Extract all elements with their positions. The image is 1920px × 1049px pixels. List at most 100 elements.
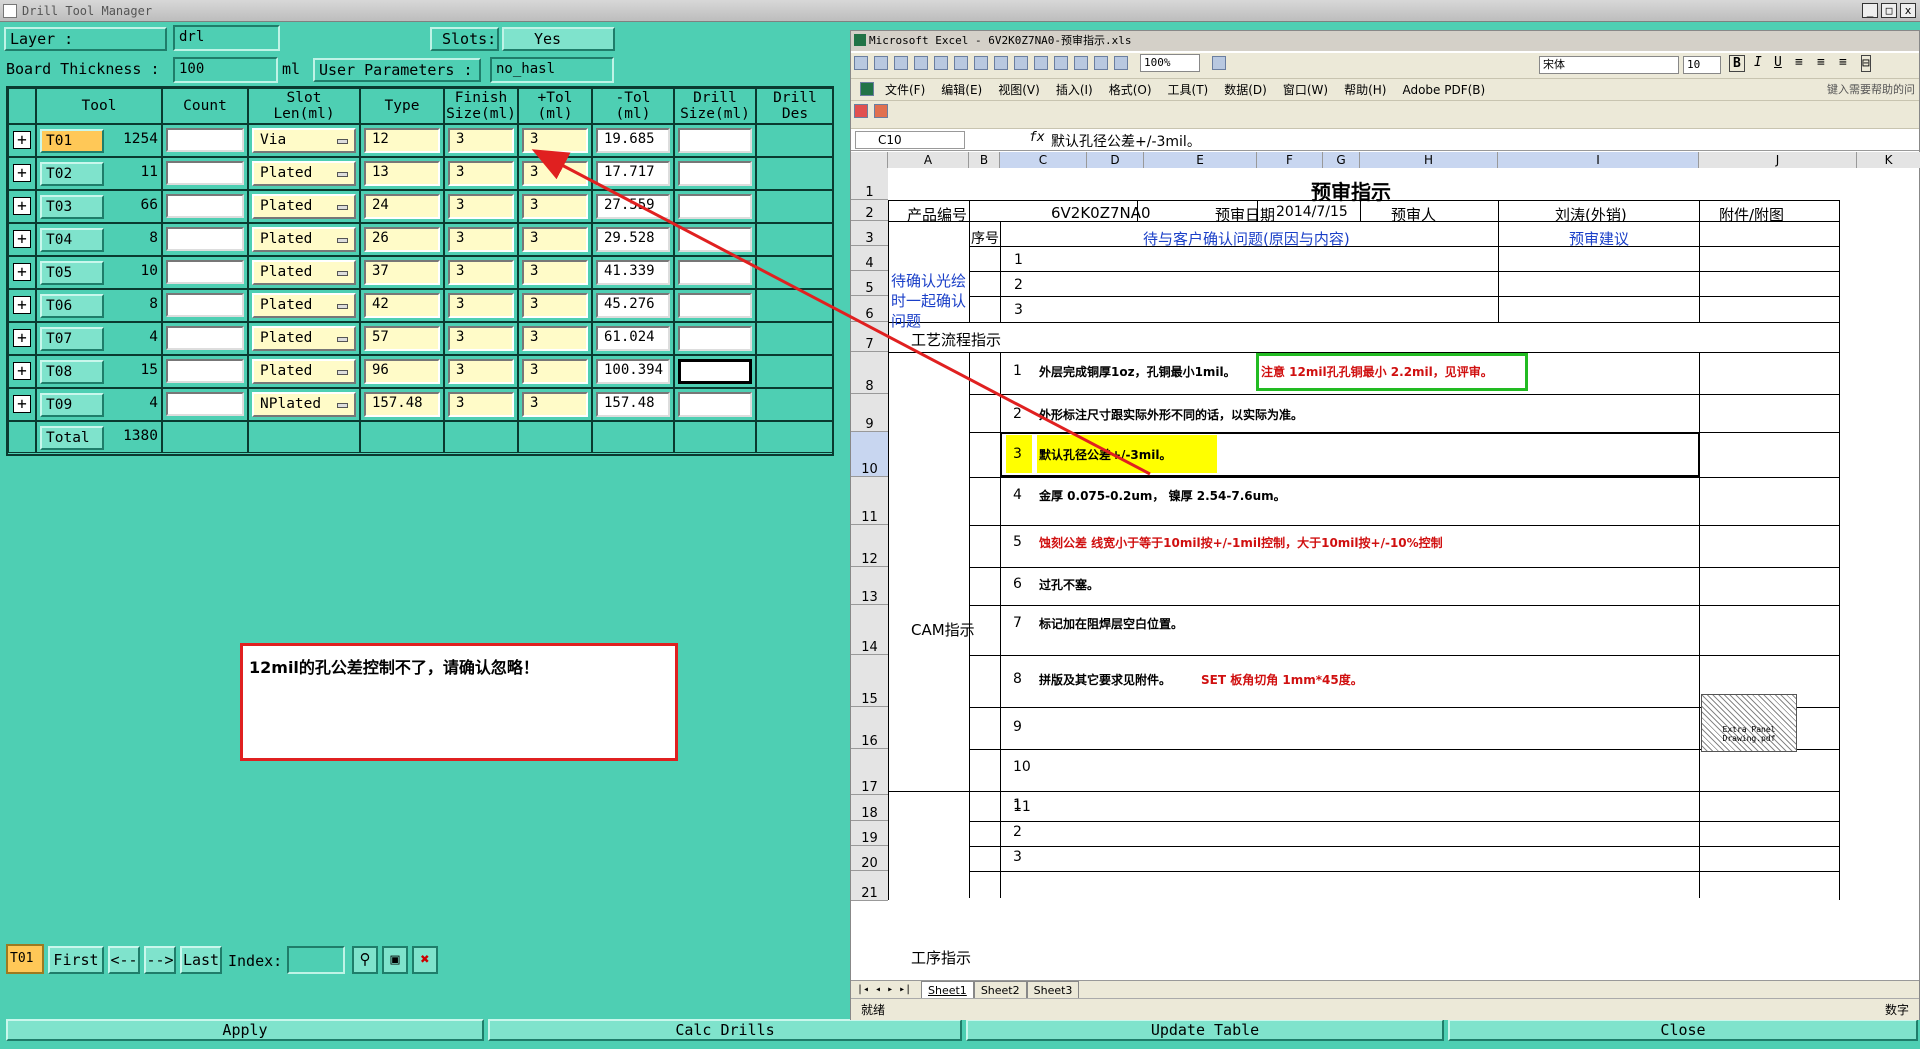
expand-row-icon[interactable]: + [13, 197, 31, 215]
expand-row-icon[interactable]: + [13, 131, 31, 149]
column-header[interactable]: G [1323, 152, 1360, 168]
sheet-nav-icon[interactable]: |◂ ◂ ▸ ▸| [857, 981, 911, 999]
expand-row-icon[interactable]: + [13, 230, 31, 248]
last-button[interactable]: Last [180, 946, 222, 974]
type-dropdown[interactable]: Plated [252, 227, 356, 252]
tool-button[interactable]: T07 [40, 327, 104, 351]
minus-tol-input[interactable]: 3 [522, 161, 588, 186]
row-header[interactable]: 7 [851, 322, 888, 352]
minus-tol-input[interactable]: 3 [522, 392, 588, 417]
finish-size-input[interactable]: 26 [364, 227, 440, 252]
expand-row-icon[interactable]: + [13, 362, 31, 380]
slot-len-input[interactable] [166, 194, 244, 218]
slot-len-input[interactable] [166, 128, 244, 152]
drill-des-input[interactable] [678, 392, 752, 417]
tool-button[interactable]: T06 [40, 294, 104, 318]
drill-des-input[interactable] [678, 293, 752, 318]
expand-row-icon[interactable]: + [13, 296, 31, 314]
select-all-corner[interactable] [851, 152, 888, 168]
type-dropdown[interactable]: Via [252, 128, 356, 153]
drill-size-input[interactable]: 45.276 [596, 293, 670, 318]
tool-button[interactable]: T05 [40, 261, 104, 285]
row-header[interactable]: 10 [851, 432, 888, 477]
slot-len-input[interactable] [166, 359, 244, 383]
finish-size-input[interactable]: 24 [364, 194, 440, 219]
finish-size-input[interactable]: 13 [364, 161, 440, 186]
type-dropdown[interactable]: Plated [252, 260, 356, 285]
row-header[interactable]: 6 [851, 296, 888, 322]
row-header[interactable]: 2 [851, 200, 888, 221]
type-dropdown[interactable]: NPlated [252, 392, 356, 417]
plus-tol-input[interactable]: 3 [448, 260, 514, 285]
tool-button[interactable]: T03 [40, 195, 104, 219]
drill-size-input[interactable]: 17.717 [596, 161, 670, 186]
search-icon[interactable]: ⚲ [352, 946, 378, 974]
column-header[interactable]: F [1257, 152, 1323, 168]
column-header[interactable]: B [969, 152, 1000, 168]
row-header[interactable]: 8 [851, 352, 888, 394]
row-header[interactable]: 18 [851, 795, 888, 821]
row-header[interactable]: 20 [851, 846, 888, 871]
type-dropdown[interactable]: Plated [252, 359, 356, 384]
tool-button[interactable]: T08 [40, 360, 104, 384]
slot-len-input[interactable] [166, 326, 244, 350]
minus-tol-input[interactable]: 3 [522, 260, 588, 285]
plus-tol-input[interactable]: 3 [448, 293, 514, 318]
minus-tol-input[interactable]: 3 [522, 128, 588, 153]
slot-len-input[interactable] [166, 227, 244, 251]
expand-row-icon[interactable]: + [13, 164, 31, 182]
drill-des-input[interactable] [678, 161, 752, 186]
row-header[interactable]: 16 [851, 707, 888, 749]
drill-des-input[interactable] [678, 326, 752, 351]
column-header[interactable]: A [888, 152, 969, 168]
slot-len-input[interactable] [166, 260, 244, 284]
drill-size-input[interactable]: 27.559 [596, 194, 670, 219]
row-header[interactable]: 11 [851, 477, 888, 525]
close-button[interactable]: Close [1448, 1019, 1918, 1041]
finish-size-input[interactable]: 42 [364, 293, 440, 318]
drill-size-input[interactable]: 29.528 [596, 227, 670, 252]
index-input[interactable] [287, 946, 345, 974]
slots-dropdown[interactable]: Yes [502, 27, 615, 51]
finish-size-input[interactable]: 96 [364, 359, 440, 384]
slot-len-input[interactable] [166, 392, 244, 416]
user-params-input[interactable]: no_hasl [490, 57, 614, 83]
delete-icon[interactable]: ✖ [412, 946, 438, 974]
slot-len-input[interactable] [166, 161, 244, 185]
row-header[interactable]: 12 [851, 525, 888, 567]
row-header[interactable]: 17 [851, 749, 888, 795]
minus-tol-input[interactable]: 3 [522, 194, 588, 219]
row-header[interactable]: 13 [851, 567, 888, 605]
finish-size-input[interactable]: 37 [364, 260, 440, 285]
plus-tol-input[interactable]: 3 [448, 326, 514, 351]
column-header[interactable]: C [1000, 152, 1087, 168]
drill-size-input[interactable]: 41.339 [596, 260, 670, 285]
calc-drills-button[interactable]: Calc Drills [488, 1019, 962, 1041]
minus-tol-input[interactable]: 3 [522, 293, 588, 318]
row-header[interactable]: 9 [851, 394, 888, 432]
row-header[interactable]: 5 [851, 271, 888, 296]
minus-tol-input[interactable]: 3 [522, 326, 588, 351]
drill-des-input[interactable] [678, 128, 752, 153]
plus-tol-input[interactable]: 3 [448, 128, 514, 153]
row-header[interactable]: 3 [851, 221, 888, 246]
finish-size-input[interactable]: 57 [364, 326, 440, 351]
tool-button[interactable]: T01 [40, 129, 104, 153]
minus-tol-input[interactable]: 3 [522, 359, 588, 384]
column-header[interactable]: H [1360, 152, 1498, 168]
update-table-button[interactable]: Update Table [966, 1019, 1444, 1041]
drill-size-input[interactable]: 19.685 [596, 128, 670, 153]
plus-tol-input[interactable]: 3 [448, 392, 514, 417]
board-thickness-input[interactable]: 100 [173, 57, 278, 83]
finish-size-input[interactable]: 12 [364, 128, 440, 153]
drill-des-input[interactable] [678, 359, 752, 384]
type-dropdown[interactable]: Plated [252, 326, 356, 351]
column-header[interactable]: K [1857, 152, 1920, 168]
expand-row-icon[interactable]: + [13, 263, 31, 281]
close-window-button[interactable]: x [1900, 3, 1916, 18]
column-header[interactable]: D [1087, 152, 1144, 168]
save-icon[interactable]: ▣ [382, 946, 408, 974]
tool-button[interactable]: T02 [40, 162, 104, 186]
column-header[interactable]: E [1144, 152, 1257, 168]
drill-des-input[interactable] [678, 194, 752, 219]
